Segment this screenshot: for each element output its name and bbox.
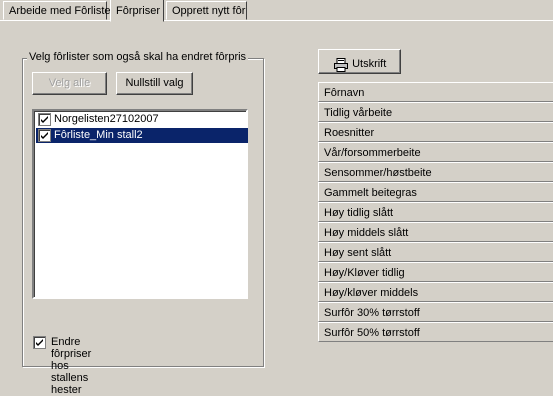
grid-row[interactable]: Høy/kløver middels [318, 282, 553, 302]
print-button-label: Utskrift [352, 58, 387, 70]
checkmark-icon [36, 339, 43, 346]
feed-price-grid[interactable]: Fôrnavn Tidlig vårbeite Roesnitter Vår/f… [318, 82, 553, 342]
list-item[interactable]: Norgelisten27102007 [36, 112, 248, 127]
grid-row[interactable]: Høy sent slått [318, 242, 553, 262]
grid-row[interactable]: Surfôr 30% tørrstoff [318, 302, 553, 322]
tab-forpriser[interactable]: Fôrpriser [110, 0, 164, 22]
list-item-label: Fôrliste_Min stall2 [54, 129, 143, 141]
tab-opprett-nytt-for[interactable]: Opprett nytt fôr [166, 1, 247, 20]
grid-row[interactable]: Høy/Kløver tidlig [318, 262, 553, 282]
grid-row[interactable]: Roesnitter [318, 122, 553, 142]
list-item[interactable]: Fôrliste_Min stall2 [36, 128, 248, 143]
grid-row[interactable]: Høy tidlig slått [318, 202, 553, 222]
checkmark-icon [41, 132, 48, 139]
list-item-label: Norgelisten27102007 [54, 113, 159, 125]
grid-row[interactable]: Vår/forsommerbeite [318, 142, 553, 162]
grid-header-fornavn[interactable]: Fôrnavn [318, 82, 553, 102]
grid-row[interactable]: Gammelt beitegras [318, 182, 553, 202]
update-horse-prices-label: Endre fôrpriser hos stallens hester [51, 336, 92, 396]
list-item-checkbox[interactable] [38, 113, 51, 126]
grid-row[interactable]: Sensommer/høstbeite [318, 162, 553, 182]
print-button[interactable]: Utskrift [318, 49, 401, 74]
tab-panel-forpriser: Velg fôrlister som også skal ha endret f… [0, 21, 553, 396]
checkmark-icon [41, 116, 48, 123]
forliste-selection-group: Velg fôrlister som også skal ha endret f… [22, 51, 264, 396]
list-item-checkbox[interactable] [38, 129, 51, 142]
printer-icon [334, 57, 348, 72]
grid-row[interactable]: Høy middels slått [318, 222, 553, 242]
tab-arbeide-med-forliste[interactable]: Arbeide med Fôrliste [3, 1, 111, 20]
tab-strip-border [0, 20, 553, 21]
grid-row[interactable]: Tidlig vårbeite [318, 102, 553, 122]
reset-selection-button[interactable]: Nullstill valg [116, 72, 193, 95]
print-button-content: Utskrift [333, 54, 386, 75]
forliste-listbox[interactable]: Norgelisten27102007 Fôrliste_Min stall2 [32, 109, 248, 299]
select-all-button[interactable]: Velg alle [32, 72, 107, 95]
update-horse-prices-checkbox[interactable] [33, 336, 46, 349]
grid-row[interactable]: Surfôr 50% tørrstoff [318, 322, 553, 342]
group-caption: Velg fôrlister som også skal ha endret f… [27, 51, 249, 63]
